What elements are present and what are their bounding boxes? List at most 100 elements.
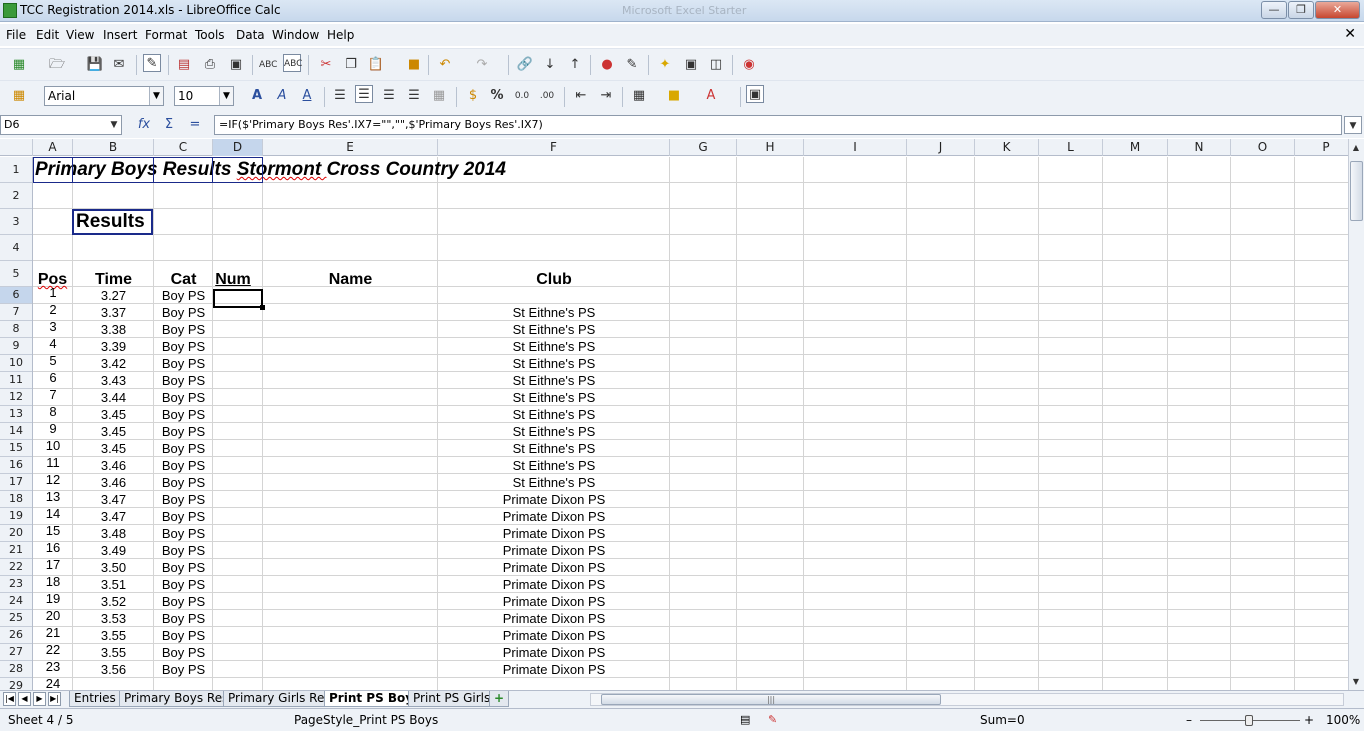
italic-icon[interactable]: A (273, 87, 291, 105)
row-header-7[interactable]: 7 (0, 304, 32, 321)
function-wizard-icon[interactable]: fx (135, 116, 153, 134)
column-header-i[interactable]: I (804, 139, 907, 156)
vertical-scrollbar[interactable]: ▲ ▼ (1348, 139, 1364, 691)
menu-edit[interactable]: Edit (36, 28, 59, 42)
formula-input[interactable]: =IF($'Primary Boys Res'.IX7="","",$'Prim… (214, 115, 1342, 135)
tab-print-ps-girls[interactable]: Print PS Girls (408, 691, 496, 707)
row-header-27[interactable]: 27 (0, 644, 32, 661)
insert-chart-icon[interactable]: ● (598, 56, 616, 74)
help-icon[interactable]: ◉ (740, 56, 758, 74)
scroll-up-icon[interactable]: ▲ (1349, 139, 1363, 157)
column-header-j[interactable]: J (907, 139, 975, 156)
first-sheet-icon[interactable]: |◀ (3, 692, 16, 706)
row-header-16[interactable]: 16 (0, 457, 32, 474)
background-color-icon[interactable]: ■ (665, 87, 683, 105)
cut-icon[interactable]: ✂ (317, 56, 335, 74)
justify-icon[interactable]: ☰ (405, 87, 423, 105)
menu-view[interactable]: View (66, 28, 94, 42)
row-header-24[interactable]: 24 (0, 593, 32, 610)
row-header-5[interactable]: 5 (0, 261, 32, 287)
navigator-icon[interactable]: ✦ (656, 56, 674, 74)
percent-icon[interactable]: % (488, 87, 506, 105)
horizontal-scroll-thumb[interactable]: ||| (601, 694, 941, 705)
column-header-d[interactable]: D (213, 139, 263, 156)
row-header-17[interactable]: 17 (0, 474, 32, 491)
scroll-down-icon[interactable]: ▼ (1349, 673, 1363, 691)
row-header-8[interactable]: 8 (0, 321, 32, 338)
clone-formatting-icon[interactable]: ■ (405, 56, 423, 74)
menu-tools[interactable]: Tools (195, 28, 225, 42)
column-header-f[interactable]: F (438, 139, 670, 156)
tab-primary-girls-res[interactable]: Primary Girls Res (223, 691, 336, 707)
row-header-2[interactable]: 2 (0, 183, 32, 209)
column-header-b[interactable]: B (73, 139, 154, 156)
maximize-button[interactable]: ❐ (1288, 1, 1314, 19)
row-header-28[interactable]: 28 (0, 661, 32, 678)
sum-icon[interactable]: Σ (160, 116, 178, 134)
tab-primary-boys-res[interactable]: Primary Boys Res (119, 691, 234, 707)
bold-icon[interactable]: A (248, 87, 266, 105)
paste-icon[interactable]: 📋 (367, 56, 385, 74)
column-header-a[interactable]: A (33, 139, 73, 156)
merge-cells-icon[interactable]: ▦ (430, 87, 448, 105)
menu-insert[interactable]: Insert (103, 28, 137, 42)
row-header-14[interactable]: 14 (0, 423, 32, 440)
number-format-icon[interactable]: 0.0 (513, 87, 531, 105)
align-center-icon[interactable]: ☰ (355, 85, 373, 103)
export-pdf-icon[interactable]: ▤ (175, 56, 193, 74)
chevron-down-icon[interactable]: ▼ (105, 116, 123, 134)
copy-icon[interactable]: ❐ (342, 56, 360, 74)
prev-sheet-icon[interactable]: ◀ (18, 692, 31, 706)
column-header-m[interactable]: M (1103, 139, 1168, 156)
chevron-down-icon[interactable]: ▼ (149, 87, 163, 105)
cell-cursor-d6[interactable] (213, 289, 265, 310)
column-header-c[interactable]: C (154, 139, 213, 156)
chevron-down-icon[interactable]: ▼ (219, 87, 233, 105)
hyperlink-icon[interactable]: 🔗 (516, 56, 534, 74)
column-header-k[interactable]: K (975, 139, 1039, 156)
save-icon[interactable]: 💾 (86, 56, 104, 74)
edit-file-icon[interactable]: ✎ (143, 54, 161, 72)
row-header-12[interactable]: 12 (0, 389, 32, 406)
close-window-button[interactable]: ✕ (1315, 1, 1360, 19)
row-header-13[interactable]: 13 (0, 406, 32, 423)
undo-icon[interactable]: ↶ (436, 56, 454, 74)
menu-window[interactable]: Window (272, 28, 319, 42)
vertical-scroll-thumb[interactable] (1350, 161, 1363, 221)
last-sheet-icon[interactable]: ▶| (48, 692, 61, 706)
menu-format[interactable]: Format (145, 28, 187, 42)
zoom-level[interactable]: 100% (1326, 713, 1360, 727)
row-header-11[interactable]: 11 (0, 372, 32, 389)
menu-file[interactable]: File (6, 28, 26, 42)
sort-ascending-icon[interactable]: ↓ (541, 56, 559, 74)
row-header-22[interactable]: 22 (0, 559, 32, 576)
row-header-9[interactable]: 9 (0, 338, 32, 355)
zoom-slider-handle[interactable] (1245, 715, 1253, 726)
open-icon[interactable]: 🗁 (48, 56, 66, 74)
print-icon[interactable]: ⎙ (201, 56, 219, 74)
column-header-n[interactable]: N (1168, 139, 1231, 156)
add-decimal-icon[interactable]: .00 (538, 87, 556, 105)
underline-icon[interactable]: A (298, 87, 316, 105)
close-document-icon[interactable]: ✕ (1344, 26, 1356, 42)
column-header-o[interactable]: O (1231, 139, 1295, 156)
font-color-icon[interactable]: A (702, 87, 720, 105)
zoom-out-icon[interactable]: – (1186, 713, 1192, 727)
font-name-box[interactable]: Arial ▼ (44, 86, 164, 106)
menu-data[interactable]: Data (236, 28, 265, 42)
print-preview-icon[interactable]: ▣ (227, 56, 245, 74)
row-header-15[interactable]: 15 (0, 440, 32, 457)
row-header-18[interactable]: 18 (0, 491, 32, 508)
column-header-h[interactable]: H (737, 139, 804, 156)
row-header-25[interactable]: 25 (0, 610, 32, 627)
toggle-grid-icon[interactable]: ▣ (746, 85, 764, 103)
name-box[interactable]: D6 (0, 115, 122, 135)
borders-icon[interactable]: ▦ (630, 87, 648, 105)
row-header-19[interactable]: 19 (0, 508, 32, 525)
menu-help[interactable]: Help (327, 28, 354, 42)
font-size-box[interactable]: 10 ▼ (174, 86, 234, 106)
new-document-icon[interactable]: ▦ (10, 56, 28, 74)
data-sources-icon[interactable]: ◫ (707, 56, 725, 74)
align-right-icon[interactable]: ☰ (380, 87, 398, 105)
tab-entries[interactable]: Entries (69, 691, 121, 707)
